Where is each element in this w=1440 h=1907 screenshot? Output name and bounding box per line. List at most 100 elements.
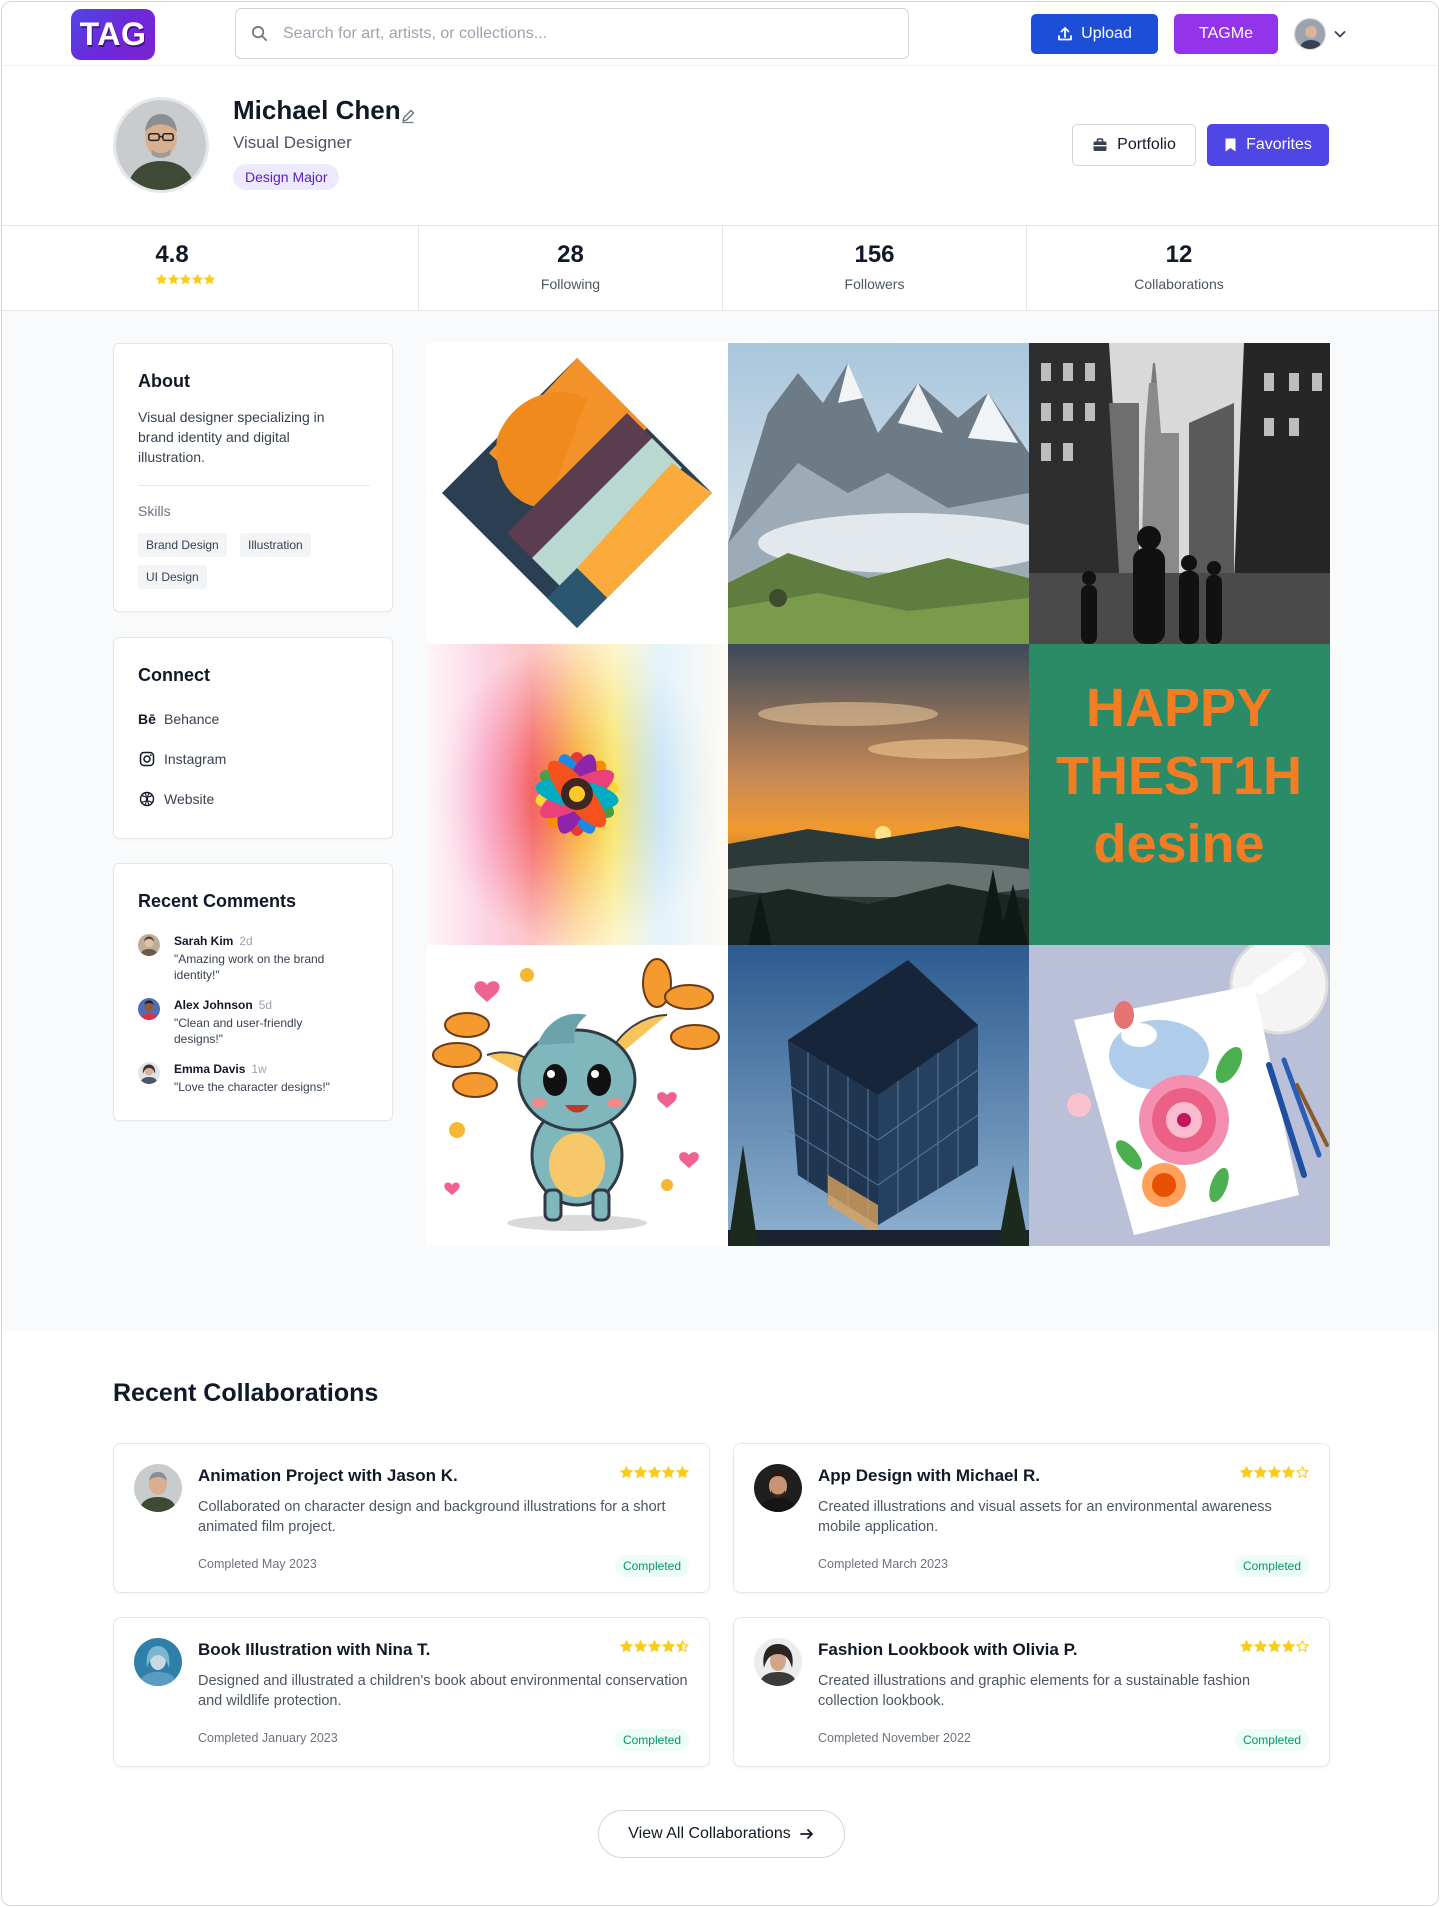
star-filled-icon (662, 1466, 675, 1479)
connect-link-behance[interactable]: Bē Behance (138, 710, 219, 728)
collaborator-avatar (134, 1638, 182, 1686)
comment-text: "Love the character designs!" (174, 1080, 330, 1094)
comment-time: 1w (251, 1062, 267, 1076)
about-text: Visual designer specializing in brand id… (138, 409, 325, 465)
collaboration-description: Created illustrations and visual assets … (818, 1499, 1272, 1535)
skill-tag: Illustration (240, 533, 311, 557)
search-icon (251, 25, 268, 42)
star-filled-icon (1282, 1466, 1295, 1479)
artwork-glass-building[interactable] (728, 945, 1029, 1246)
globe-icon (138, 790, 156, 808)
artwork-cartoon-character[interactable] (427, 945, 728, 1246)
commenter-name[interactable]: Emma Davis (174, 1062, 245, 1076)
poster-line: desine (1093, 814, 1264, 874)
connect-card: Connect Bē Behance Instagram Website (113, 637, 393, 839)
tagme-button[interactable]: TAGMe (1174, 14, 1278, 54)
status-badge: Completed (1234, 1555, 1309, 1577)
chevron-down-icon[interactable] (1333, 27, 1347, 41)
upload-button[interactable]: Upload (1031, 14, 1158, 54)
view-all-collaborations-button[interactable]: View All Collaborations (598, 1810, 845, 1858)
search-input[interactable] (283, 24, 883, 43)
app-window: TAG Upload TAGMe Michael Chen Visual Des… (1, 1, 1439, 1906)
about-card: About Visual designer specializing in br… (113, 343, 393, 612)
upload-label: Upload (1081, 25, 1132, 42)
comments-card: Recent Comments Sarah Kim 2d "Amazing wor… (113, 863, 393, 1121)
artwork-city-street[interactable] (1029, 343, 1330, 644)
bookmark-icon (1225, 138, 1236, 152)
star-filled-icon (634, 1640, 647, 1653)
behance-icon: Bē (138, 711, 156, 727)
star-filled-icon (676, 1466, 689, 1479)
star-filled-icon (1282, 1640, 1295, 1653)
connect-label: Instagram (164, 751, 227, 767)
commenter-avatar (138, 998, 160, 1020)
collaboration-card[interactable]: Animation Project with Jason K. Collabor… (113, 1443, 710, 1593)
collaboration-card[interactable]: Fashion Lookbook with Olivia P. Created … (733, 1617, 1330, 1767)
artwork-mountain-landscape[interactable] (728, 343, 1029, 644)
collaboration-rating (620, 1466, 689, 1479)
tagme-label: TAGMe (1199, 25, 1253, 42)
collaborator-avatar (754, 1464, 802, 1512)
major-badge: Design Major (233, 164, 340, 190)
rating-value: 4.8 (155, 241, 189, 268)
star-filled-icon (662, 1640, 675, 1653)
upload-icon (1058, 27, 1073, 41)
star-empty-icon (1296, 1640, 1309, 1653)
star-filled-icon (1268, 1640, 1281, 1653)
star-filled-icon (167, 274, 179, 285)
commenter-avatar (138, 934, 160, 956)
connect-label: Website (164, 791, 215, 807)
user-avatar[interactable] (1294, 18, 1326, 50)
connect-link-instagram[interactable]: Instagram (138, 750, 226, 768)
star-filled-icon (1240, 1640, 1253, 1653)
comments-title: Recent Comments (138, 891, 297, 911)
collaboration-card[interactable]: App Design with Michael R. Created illus… (733, 1443, 1330, 1593)
about-title: About (138, 371, 190, 391)
stat-following[interactable]: 28 Following (419, 226, 723, 310)
comment-text: "Clean and user-friendly designs!" (174, 1016, 303, 1046)
commenter-avatar (138, 1062, 160, 1084)
star-filled-icon (191, 274, 203, 285)
collaboration-title: App Design with Michael R. (818, 1466, 1040, 1485)
collaborator-avatar (134, 1464, 182, 1512)
star-filled-icon (1268, 1466, 1281, 1479)
stats-bar: 4.8 28 Following 156 Followers 12 Collab… (2, 225, 1438, 311)
collaboration-rating (1240, 1640, 1309, 1653)
collaboration-description: Designed and illustrated a children's bo… (198, 1673, 688, 1709)
star-filled-icon (1254, 1466, 1267, 1479)
search-bar[interactable] (235, 8, 909, 59)
stat-followers[interactable]: 156 Followers (723, 226, 1027, 310)
arrow-right-icon (799, 1829, 813, 1839)
artwork-sunset-hills[interactable] (728, 644, 1029, 945)
favorites-button[interactable]: Favorites (1207, 124, 1329, 166)
connect-title: Connect (138, 665, 210, 685)
collaborator-avatar (754, 1638, 802, 1686)
followers-count: 156 (854, 241, 895, 268)
artwork-rainbow-flower[interactable] (427, 644, 728, 945)
poster-line: HAPPY (1086, 678, 1272, 738)
portfolio-button[interactable]: Portfolio (1072, 124, 1196, 166)
artwork-watercolor-flowers[interactable] (1029, 945, 1330, 1246)
star-filled-icon (620, 1466, 633, 1479)
collaboration-description: Created illustrations and graphic elemen… (818, 1673, 1251, 1709)
stat-rating: 4.8 (2, 226, 419, 310)
commenter-name[interactable]: Sarah Kim (174, 934, 233, 948)
connect-link-website[interactable]: Website (138, 790, 214, 808)
logo-text: TAG (79, 16, 147, 52)
artwork-abstract-logo[interactable] (427, 343, 728, 644)
connect-label: Behance (164, 711, 220, 727)
stat-collaborations[interactable]: 12 Collaborations (1027, 226, 1331, 310)
portfolio-label: Portfolio (1117, 136, 1176, 153)
artwork-typography-poster[interactable]: HAPPY THEST1H desine (1029, 644, 1330, 945)
edit-icon[interactable] (400, 108, 416, 124)
star-empty-icon (1296, 1466, 1309, 1479)
skills-label: Skills (138, 503, 171, 519)
collaboration-title: Animation Project with Jason K. (198, 1466, 458, 1485)
briefcase-icon (1093, 138, 1107, 151)
commenter-name[interactable]: Alex Johnson (174, 998, 253, 1012)
collaboration-date: Completed November 2022 (818, 1731, 971, 1745)
tag-logo[interactable]: TAG (71, 9, 155, 60)
collaboration-card[interactable]: Book Illustration with Nina T. Designed … (113, 1617, 710, 1767)
collaboration-title: Book Illustration with Nina T. (198, 1640, 431, 1659)
divider (138, 485, 370, 486)
